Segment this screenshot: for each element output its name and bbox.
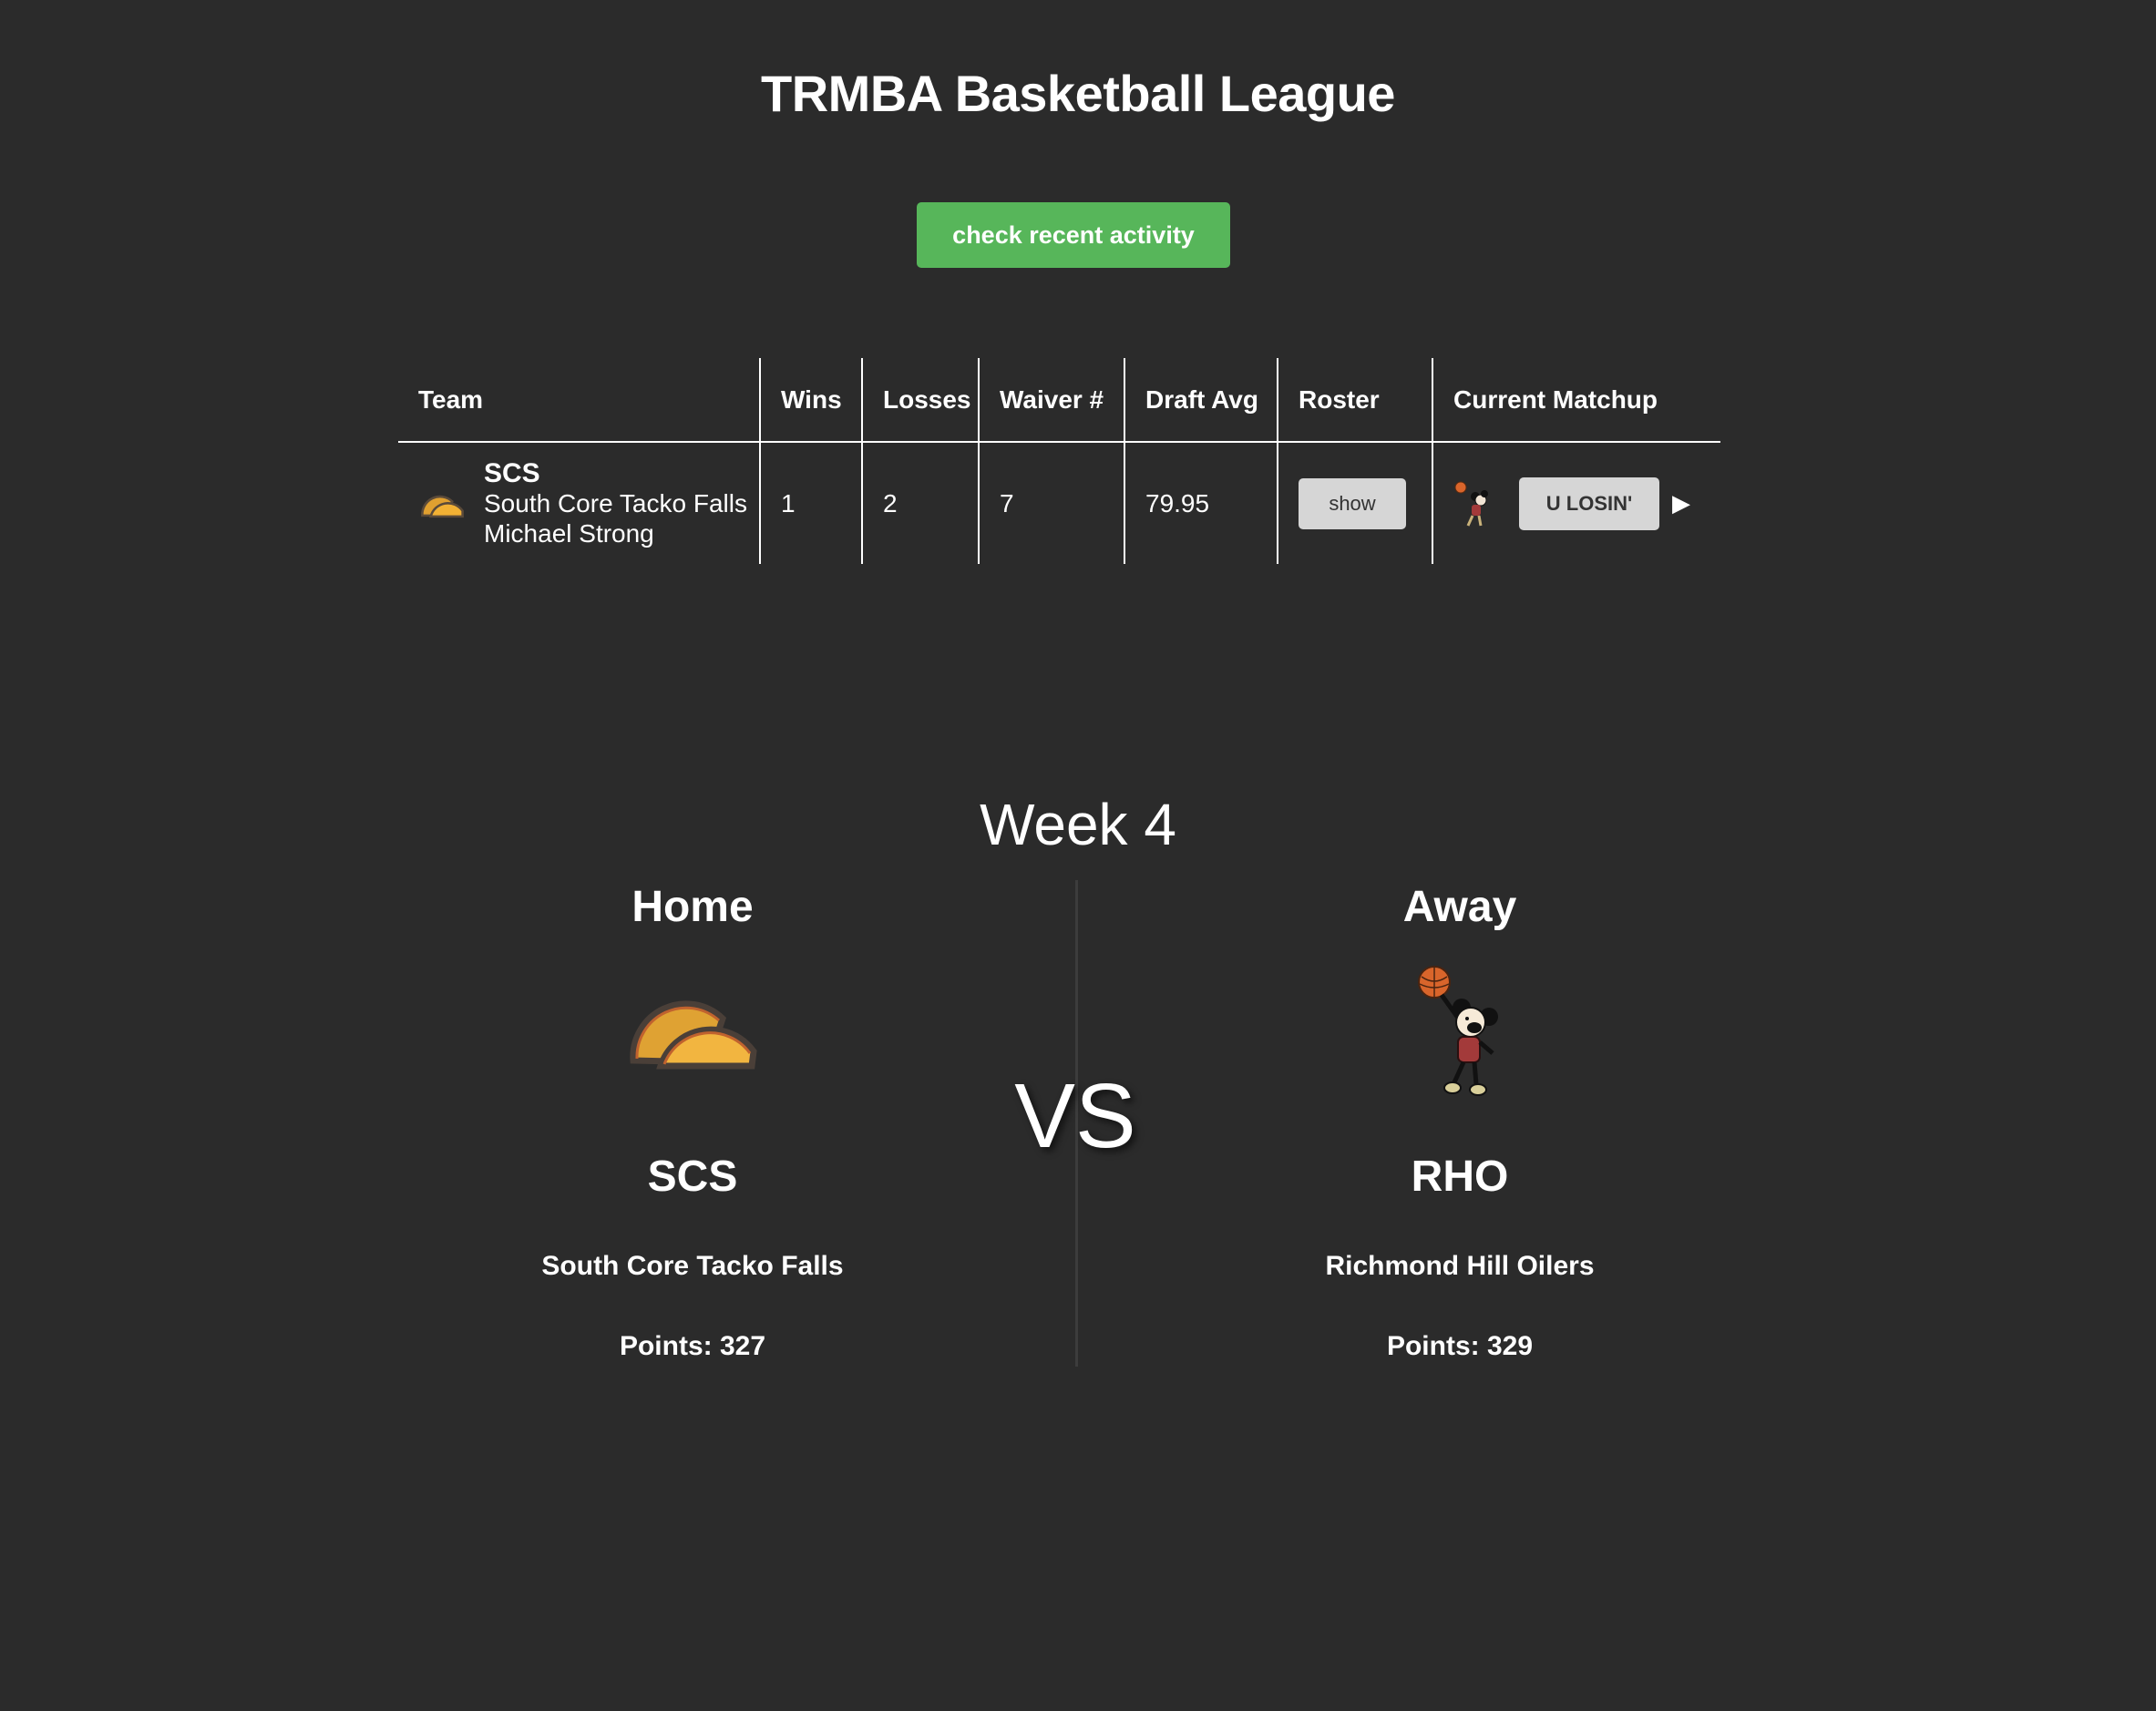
- taco-icon: [421, 495, 464, 517]
- home-label: Home: [631, 883, 754, 931]
- wins-cell: 1: [759, 442, 862, 564]
- standings-table: Team Wins Losses Waiver # Draft Avg Rost…: [398, 358, 1720, 564]
- matchup-cell: U LOSIN' ▶: [1432, 442, 1720, 564]
- away-team-name: Richmond Hill Oilers: [1325, 1251, 1595, 1281]
- losses-cell: 2: [861, 442, 979, 564]
- away-label: Away: [1402, 883, 1517, 931]
- team-abbreviation: SCS: [484, 458, 540, 488]
- column-header-current-matchup: Current Matchup: [1432, 358, 1720, 443]
- show-roster-button[interactable]: show: [1299, 477, 1406, 529]
- column-header-losses: Losses: [861, 358, 979, 443]
- mickey-basketball-icon: [1418, 966, 1498, 1096]
- column-header-waiver: Waiver #: [978, 358, 1124, 443]
- league-page: TRMBA Basketball League check recent act…: [0, 0, 2156, 1711]
- home-team-name: South Core Tacko Falls: [541, 1251, 844, 1281]
- team-name: South Core Tacko Falls: [484, 489, 747, 517]
- column-header-draft-avg: Draft Avg: [1124, 358, 1278, 443]
- week-heading: Week 4: [980, 792, 1176, 857]
- table-header-row: Team Wins Losses Waiver # Draft Avg Rost…: [398, 358, 1720, 443]
- column-header-roster: Roster: [1277, 358, 1432, 443]
- home-team-abbreviation: SCS: [647, 1153, 738, 1201]
- taco-icon: [630, 1000, 757, 1070]
- check-recent-activity-button[interactable]: check recent activity: [917, 202, 1230, 268]
- home-team-panel: Home SCS South Core Tacko Falls Points: …: [346, 875, 1039, 1362]
- draft-avg-cell: 79.95: [1124, 442, 1278, 564]
- away-team-points: Points: 329: [1386, 1331, 1534, 1361]
- column-header-team: Team: [398, 358, 760, 443]
- column-header-wins: Wins: [759, 358, 862, 443]
- play-arrow-icon[interactable]: ▶: [1672, 489, 1690, 517]
- page-title: TRMBA Basketball League: [761, 65, 1395, 122]
- waiver-cell: 7: [978, 442, 1124, 564]
- matchup-result-button[interactable]: U LOSIN': [1519, 476, 1659, 530]
- table-row: SCS South Core Tacko Falls Michael Stron…: [398, 442, 1720, 564]
- away-team-abbreviation: RHO: [1411, 1153, 1509, 1201]
- away-team-panel: Away RHO Richmond Hill Oilers Points: 32…: [1114, 875, 1806, 1362]
- team-owner: Michael Strong: [484, 519, 654, 548]
- mickey-basketball-icon: [1454, 481, 1488, 527]
- home-team-points: Points: 327: [619, 1331, 766, 1361]
- roster-cell: show: [1277, 442, 1432, 564]
- team-cell: SCS South Core Tacko Falls Michael Stron…: [398, 442, 760, 564]
